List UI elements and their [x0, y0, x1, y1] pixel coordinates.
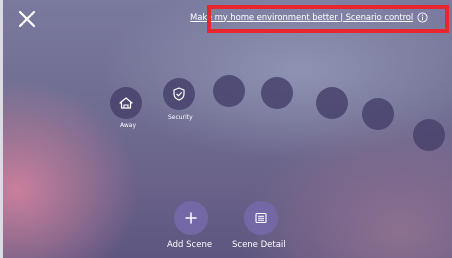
scene-detail-label[interactable]: Scene Detail	[232, 240, 286, 250]
add-scene-button[interactable]	[174, 201, 208, 235]
close-icon	[18, 10, 36, 28]
scenario-control-link-text[interactable]: Make my home environment better | Scenar…	[190, 13, 413, 23]
scene-empty-slot[interactable]	[413, 119, 445, 151]
add-scene-label[interactable]: Add Scene	[167, 240, 212, 250]
plus-icon	[185, 212, 197, 224]
scene-empty-slot[interactable]	[362, 98, 394, 130]
scene-empty-slot[interactable]	[261, 77, 293, 109]
list-detail-icon	[255, 212, 267, 224]
scene-empty-slot[interactable]	[213, 75, 245, 107]
left-edge-border	[0, 0, 3, 258]
shield-icon	[173, 87, 185, 101]
close-button[interactable]	[16, 8, 38, 30]
scene-empty-slot[interactable]	[316, 87, 348, 119]
scene-security-button[interactable]	[163, 78, 195, 110]
scenario-control-link[interactable]: Make my home environment better | Scenar…	[190, 12, 428, 23]
away-home-icon	[119, 97, 133, 109]
scene-away-label: Away	[120, 122, 136, 129]
scene-away-button[interactable]	[110, 87, 142, 119]
scene-security-label: Security	[168, 114, 193, 121]
scene-detail-button[interactable]	[244, 201, 278, 235]
info-icon[interactable]	[417, 12, 428, 23]
scenario-screen: Make my home environment better | Scenar…	[0, 0, 452, 258]
